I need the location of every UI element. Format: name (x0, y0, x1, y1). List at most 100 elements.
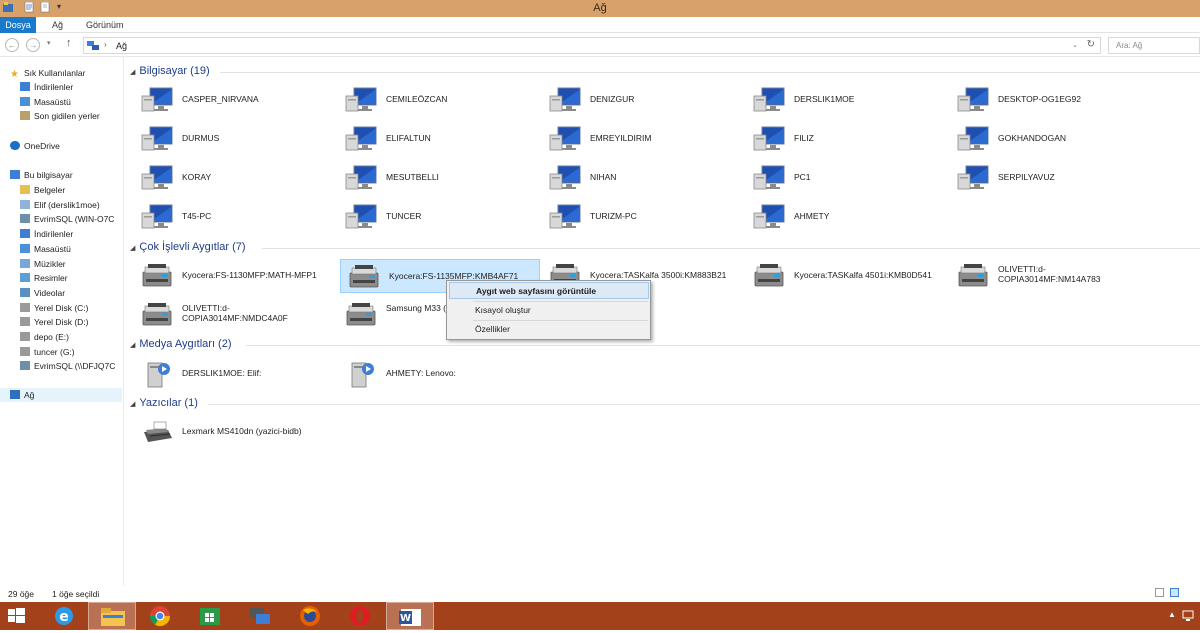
menu-item-view-device-webpage[interactable]: Aygıt web sayfasını görüntüle (449, 282, 649, 299)
computer-icon (549, 126, 581, 151)
computer-item[interactable]: DURMUS (134, 122, 334, 156)
group-header-mfp[interactable]: ◢ Çok İşlevli Aygıtlar (7) (130, 241, 246, 253)
computer-item[interactable]: CEMILEÖZCAN (338, 83, 538, 117)
search-input[interactable]: Ara: Ağ (1116, 41, 1142, 50)
tab-network[interactable]: Ağ (46, 17, 69, 33)
taskbar-internet-explorer[interactable]: e (40, 602, 88, 630)
printer-icon (144, 421, 172, 442)
back-button[interactable]: ← (5, 38, 19, 52)
computer-item[interactable]: NIHAN (542, 161, 742, 195)
item-label: SERPILYAVUZ (998, 172, 1055, 182)
nav-favorites[interactable]: ★ Sık Kullanılanlar (10, 66, 122, 80)
group-header-computers[interactable]: ◢ Bilgisayar (19) (130, 65, 210, 77)
collapse-arrow-icon[interactable]: ◢ (130, 245, 135, 252)
taskbar-store[interactable] (186, 602, 234, 630)
collapse-arrow-icon[interactable]: ◢ (130, 401, 135, 408)
tab-view[interactable]: Görünüm (80, 17, 130, 33)
computer-item[interactable]: GOKHANDOGAN (950, 122, 1150, 156)
address-bar[interactable]: › Ağ ⌄ ↻ (83, 37, 1101, 54)
ribbon: Dosya Ağ Görünüm (0, 17, 1200, 33)
computer-item[interactable]: DENIZGUR (542, 83, 742, 117)
nav-pc-item[interactable]: Yerel Disk (D:) (20, 315, 122, 329)
nav-label: Sık Kullanılanlar (24, 68, 86, 78)
show-hidden-icons-icon[interactable]: ▲ (1168, 610, 1176, 619)
chevron-down-icon[interactable]: ⌄ (1072, 41, 1078, 49)
taskbar-opera[interactable] (336, 602, 384, 630)
computer-item[interactable]: KORAY (134, 161, 334, 195)
computer-item[interactable]: MESUTBELLI (338, 161, 538, 195)
network-icon (87, 41, 99, 50)
computer-item[interactable]: PC1 (746, 161, 946, 195)
menu-item-properties[interactable]: Özellikler (449, 321, 649, 338)
computer-item[interactable]: SERPILYAVUZ (950, 161, 1150, 195)
printer-item[interactable]: Lexmark MS410dn (yazici-bidb) (134, 415, 334, 449)
taskbar-file-explorer[interactable] (88, 602, 136, 630)
up-button[interactable]: ↑ (66, 37, 72, 49)
drive-icon (20, 185, 30, 194)
nav-label: Son gidilen yerler (34, 111, 100, 121)
nav-downloads[interactable]: İndirilenler (20, 80, 122, 94)
media-item[interactable]: DERSLIK1MOE: Elif: (134, 357, 334, 391)
nav-pc-item[interactable]: Müzikler (20, 257, 122, 271)
nav-pc-item[interactable]: EvrimSQL (WIN-O7C (20, 212, 122, 226)
taskbar-firefox[interactable] (286, 602, 334, 630)
computer-icon (549, 87, 581, 112)
mfp-item[interactable]: OLIVETTI:d-COPIA3014MF:NMDC4A0F (134, 298, 334, 332)
menu-item-create-shortcut[interactable]: Kısayol oluştur (449, 302, 649, 319)
nav-pc-item[interactable]: tuncer (G:) (20, 345, 122, 359)
taskbar-word[interactable]: W (386, 602, 434, 630)
nav-recent[interactable]: Son gidilen yerler (20, 109, 122, 123)
item-label: T45-PC (182, 211, 212, 221)
mfp-item[interactable]: Kyocera:TASKalfa 4501i:KMB0D541 (746, 259, 946, 293)
refresh-icon[interactable]: ↻ (1087, 39, 1095, 50)
computer-item[interactable]: DERSLIK1MOE (746, 83, 946, 117)
group-header-printers[interactable]: ◢ Yazıcılar (1) (130, 397, 198, 409)
computer-icon (957, 165, 989, 190)
collapse-arrow-icon[interactable]: ◢ (130, 342, 135, 349)
nav-desktop[interactable]: Masaüstü (20, 95, 122, 109)
nav-pc-item[interactable]: Videolar (20, 286, 122, 300)
breadcrumb-chevron-icon[interactable]: › (104, 40, 107, 49)
tiles-view-icon[interactable] (1170, 588, 1179, 597)
recent-locations-icon[interactable]: ▾ (47, 39, 51, 47)
item-label: CEMILEÖZCAN (386, 94, 448, 104)
computer-item[interactable]: CASPER_NIRVANA (134, 83, 334, 117)
taskbar-chrome[interactable] (136, 602, 184, 630)
media-item[interactable]: AHMETY: Lenovo: (338, 357, 538, 391)
nav-pc-item[interactable]: Belgeler (20, 183, 122, 197)
nav-pc-item[interactable]: Elif (derslik1moe) (20, 198, 122, 212)
network-tray-icon[interactable] (1182, 610, 1194, 622)
nav-label: Masaüstü (34, 97, 71, 107)
computer-item[interactable]: FILIZ (746, 122, 946, 156)
nav-pc-item[interactable]: Masaüstü (20, 242, 122, 256)
mfp-item[interactable]: Kyocera:FS-1130MFP:MATH-MFP1 (134, 259, 334, 293)
computer-item[interactable]: DESKTOP-OG1EG92 (950, 83, 1150, 117)
nav-label: Belgeler (34, 185, 66, 195)
forward-button[interactable]: → (26, 38, 40, 52)
nav-pc-item[interactable]: Yerel Disk (C:) (20, 301, 122, 315)
search-box[interactable]: Ara: Ağ (1108, 37, 1200, 54)
item-label: NIHAN (590, 172, 617, 182)
nav-network[interactable]: Ağ (0, 388, 122, 402)
tab-file[interactable]: Dosya (0, 17, 36, 33)
computer-item[interactable]: AHMETY (746, 200, 946, 234)
taskbar-remote-desktop[interactable] (236, 602, 284, 630)
details-view-icon[interactable] (1155, 588, 1164, 597)
nav-this-pc[interactable]: Bu bilgisayar (10, 168, 122, 182)
collapse-arrow-icon[interactable]: ◢ (130, 69, 135, 76)
computer-item[interactable]: EMREYILDIRIM (542, 122, 742, 156)
mfp-item[interactable]: OLIVETTI:d-COPIA3014MF:NM14A783 (950, 259, 1150, 293)
computer-item[interactable]: TUNCER (338, 200, 538, 234)
store-icon (200, 608, 220, 625)
nav-onedrive[interactable]: OneDrive (10, 139, 122, 153)
computer-item[interactable]: ELIFALTUN (338, 122, 538, 156)
nav-pc-item[interactable]: İndirilenler (20, 227, 122, 241)
nav-pc-item[interactable]: EvrimSQL (\\DFJQ7C (20, 359, 122, 373)
breadcrumb[interactable]: Ağ (116, 41, 127, 51)
item-label: DERSLIK1MOE: Elif: (182, 368, 262, 378)
computer-item[interactable]: TURIZM-PC (542, 200, 742, 234)
computer-item[interactable]: T45-PC (134, 200, 334, 234)
group-header-media[interactable]: ◢ Medya Aygıtları (2) (130, 338, 232, 350)
nav-pc-item[interactable]: Resimler (20, 271, 122, 285)
nav-pc-item[interactable]: depo (E:) (20, 330, 122, 344)
